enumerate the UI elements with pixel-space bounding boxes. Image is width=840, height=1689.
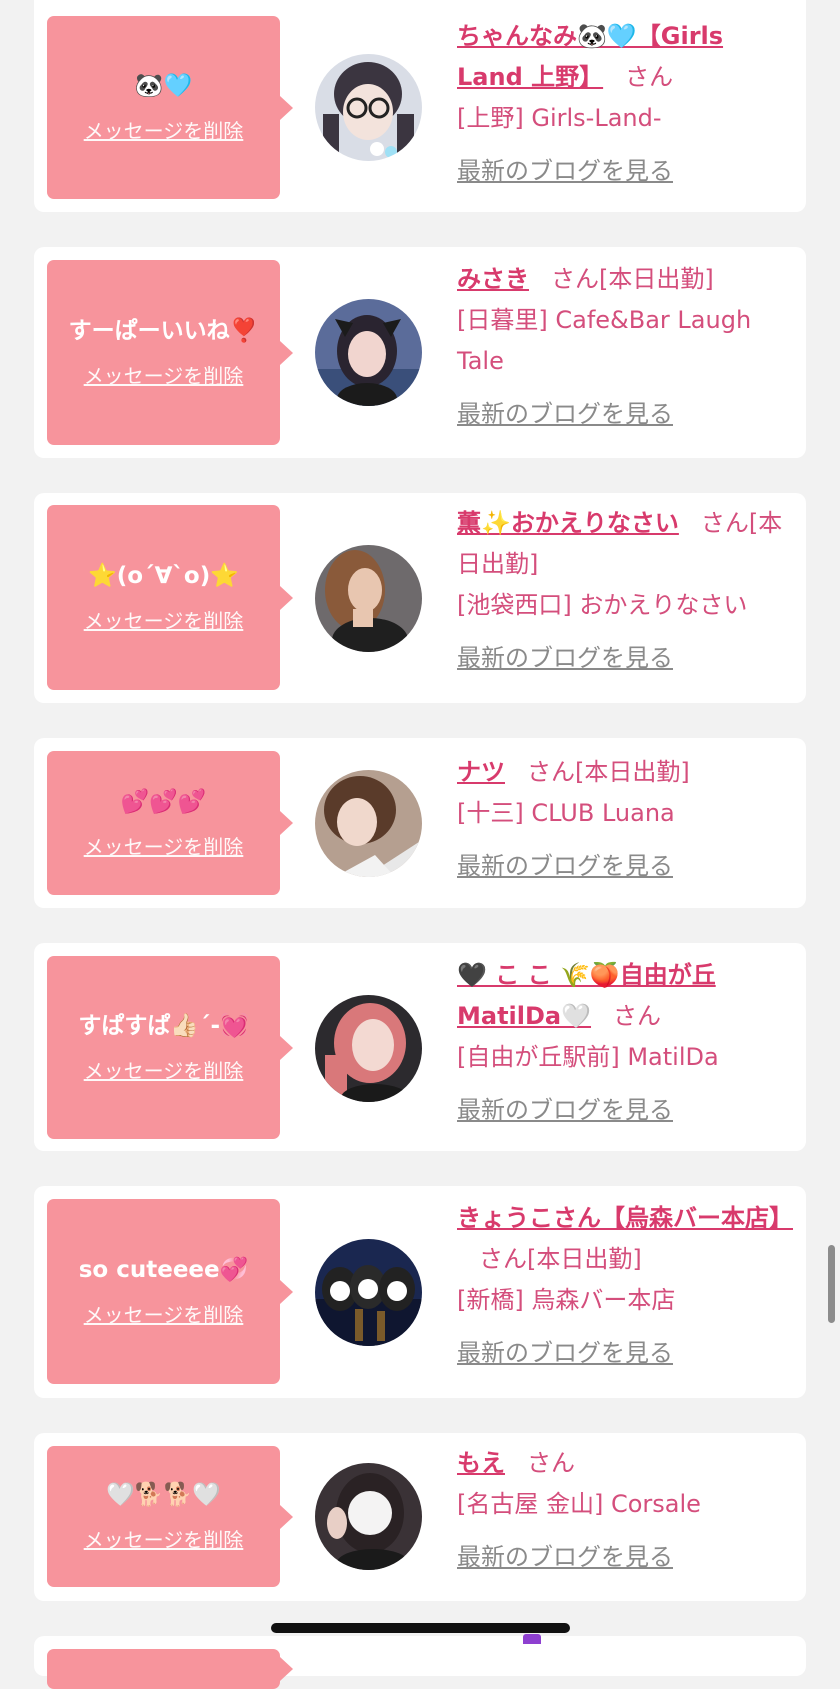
cast-info: ナツ さん[本日出勤] [十三] CLUB Luana 最新のブログを見る bbox=[457, 752, 792, 887]
avatar[interactable] bbox=[315, 770, 422, 877]
message-card: すーぱーいいね❣️ メッセージを削除 みさき さん[本日出勤] [日暮里] Caf… bbox=[34, 247, 806, 458]
avatar[interactable] bbox=[315, 54, 422, 161]
delete-message-link[interactable]: メッセージを削除 bbox=[84, 360, 244, 389]
shop-label: [名古屋 金山] Corsale bbox=[457, 1490, 701, 1518]
cast-name-link[interactable]: ちゃんなみ🐼🩵【Girls Land 上野】 bbox=[457, 22, 723, 91]
cast-info: 薫✨おかえりなさい さん[本日出勤] [池袋西口] おかえりなさい 最新のブログを… bbox=[457, 503, 792, 679]
emoji-peek bbox=[523, 1634, 541, 1644]
message-bubble: 💕💕💕 メッセージを削除 bbox=[47, 751, 293, 895]
message-text: すぱすぱ👍🏻´-💓 bbox=[78, 1013, 249, 1039]
latest-blog-link[interactable]: 最新のブログを見る bbox=[457, 1537, 792, 1578]
latest-blog-link[interactable]: 最新のブログを見る bbox=[457, 846, 792, 887]
message-bubble: ⭐️(o´∀`o)⭐️ メッセージを削除 bbox=[47, 505, 293, 690]
san-label: さん bbox=[527, 1449, 575, 1477]
cast-info: きょうこさん【烏森バー本店】さん[本日出勤] [新橋] 烏森バー本店 最新のブロ… bbox=[457, 1198, 793, 1374]
san-label: さん bbox=[527, 758, 575, 786]
delete-message-link[interactable]: メッセージを削除 bbox=[84, 115, 244, 144]
latest-blog-link[interactable]: 最新のブログを見る bbox=[457, 1090, 792, 1131]
cast-info: もえ さん [名古屋 金山] Corsale 最新のブログを見る bbox=[457, 1443, 792, 1578]
san-label: さん bbox=[625, 63, 674, 91]
shop-label: [自由が丘駅前] MatilDa bbox=[457, 1043, 719, 1071]
shop-label: [池袋西口] おかえりなさい bbox=[457, 591, 748, 619]
avatar[interactable] bbox=[315, 299, 422, 406]
message-text: 🐼🩵 bbox=[134, 73, 193, 99]
delete-message-link[interactable]: メッセージを削除 bbox=[84, 831, 244, 860]
cast-name-link[interactable]: もえ bbox=[457, 1449, 505, 1477]
cast-name-link[interactable]: みさき bbox=[457, 265, 529, 293]
message-card: すぱすぱ👍🏻´-💓 メッセージを削除 🖤 こ こ 🌾🍑自由が丘 MatilDa🤍… bbox=[34, 943, 806, 1151]
on-duty-label: [本日出勤] bbox=[527, 1245, 642, 1273]
san-label: さん bbox=[700, 509, 749, 537]
message-text: so cuteeee💞 bbox=[78, 1257, 249, 1283]
shop-label: [十三] CLUB Luana bbox=[457, 799, 675, 827]
avatar[interactable] bbox=[315, 1463, 422, 1570]
message-text: ⭐️(o´∀`o)⭐️ bbox=[88, 563, 239, 589]
cast-name-link[interactable]: 🖤 こ こ 🌾🍑自由が丘 MatilDa🤍 bbox=[457, 961, 716, 1030]
cast-info: 🖤 こ こ 🌾🍑自由が丘 MatilDa🤍 さん [自由が丘駅前] MatilDa… bbox=[457, 955, 792, 1131]
message-card: 💕💕💕 メッセージを削除 ナツ さん[本日出勤] [十三] CLUB Luana … bbox=[34, 738, 806, 908]
cast-info: ちゃんなみ🐼🩵【Girls Land 上野】 さん [上野] Girls-Land… bbox=[457, 16, 792, 192]
cast-name-link[interactable]: 薫✨おかえりなさい bbox=[457, 509, 679, 537]
san-label: さん bbox=[479, 1245, 527, 1273]
cast-info: みさき さん[本日出勤] [日暮里] Cafe&Bar Laugh Tale 最新… bbox=[457, 259, 792, 435]
delete-message-link[interactable]: メッセージを削除 bbox=[84, 1524, 244, 1553]
latest-blog-link[interactable]: 最新のブログを見る bbox=[457, 151, 792, 192]
avatar[interactable] bbox=[315, 545, 422, 652]
home-indicator[interactable] bbox=[271, 1623, 570, 1633]
cast-name-link[interactable]: きょうこさん【烏森バー本店】 bbox=[457, 1204, 793, 1232]
avatar[interactable] bbox=[315, 995, 422, 1102]
avatar[interactable] bbox=[315, 1239, 422, 1346]
shop-label: [日暮里] Cafe&Bar Laugh Tale bbox=[457, 306, 752, 375]
scrollbar[interactable] bbox=[828, 1245, 835, 1323]
message-card: so cuteeee💞 メッセージを削除 きょうこさん【烏森バー本店】さん[本日… bbox=[34, 1186, 806, 1398]
delete-message-link[interactable]: メッセージを削除 bbox=[84, 605, 244, 634]
message-text: 🤍🐕🐕🤍 bbox=[106, 1482, 221, 1508]
message-text: 💕💕💕 bbox=[120, 788, 207, 815]
message-card bbox=[34, 1636, 806, 1689]
message-card: 🐼🩵 メッセージを削除 ちゃんなみ🐼🩵【Girls Land 上野】 さん [上野… bbox=[34, 0, 806, 212]
shop-label: [新橋] 烏森バー本店 bbox=[457, 1286, 676, 1314]
latest-blog-link[interactable]: 最新のブログを見る bbox=[457, 394, 792, 435]
on-duty-label: [本日出勤] bbox=[599, 265, 714, 293]
message-bubble: so cuteeee💞 メッセージを削除 bbox=[47, 1199, 293, 1384]
message-card: 🤍🐕🐕🤍 メッセージを削除 もえ さん [名古屋 金山] Corsale 最新のブ… bbox=[34, 1433, 806, 1601]
latest-blog-link[interactable]: 最新のブログを見る bbox=[457, 1333, 792, 1374]
delete-message-link[interactable]: メッセージを削除 bbox=[84, 1055, 244, 1084]
cast-name-link[interactable]: ナツ bbox=[457, 758, 505, 786]
message-bubble bbox=[47, 1649, 293, 1689]
message-card: ⭐️(o´∀`o)⭐️ メッセージを削除 薫✨おかえりなさい さん[本日出勤] [… bbox=[34, 493, 806, 703]
san-label: さん bbox=[551, 265, 599, 293]
message-bubble: すぱすぱ👍🏻´-💓 メッセージを削除 bbox=[47, 956, 293, 1139]
shop-label: [上野] Girls-Land- bbox=[457, 104, 662, 132]
message-bubble: 🤍🐕🐕🤍 メッセージを削除 bbox=[47, 1446, 293, 1587]
delete-message-link[interactable]: メッセージを削除 bbox=[84, 1299, 244, 1328]
latest-blog-link[interactable]: 最新のブログを見る bbox=[457, 638, 792, 679]
san-label: さん bbox=[613, 1002, 662, 1030]
message-bubble: 🐼🩵 メッセージを削除 bbox=[47, 16, 293, 199]
message-bubble: すーぱーいいね❣️ メッセージを削除 bbox=[47, 260, 293, 445]
on-duty-label: [本日出勤] bbox=[575, 758, 690, 786]
message-text: すーぱーいいね❣️ bbox=[68, 318, 259, 344]
